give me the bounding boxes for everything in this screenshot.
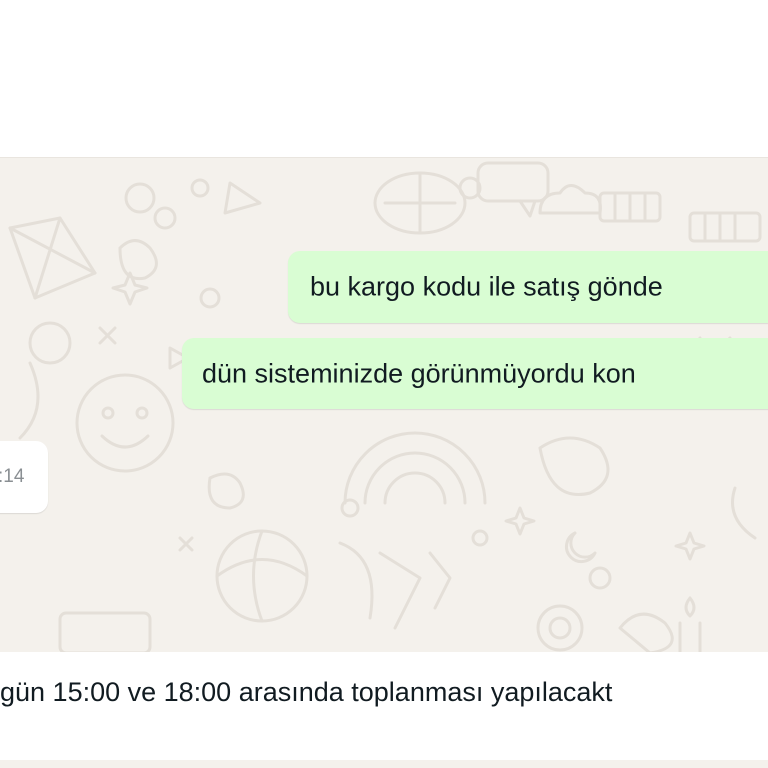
message-text: dün sisteminizde görünmüyordu kon xyxy=(202,358,636,388)
divider xyxy=(0,760,768,768)
message-bubble-outgoing[interactable]: bu kargo kodu ile satış gönde xyxy=(288,251,768,323)
message-bubble-incoming[interactable]: :14 xyxy=(0,441,48,513)
next-message-area: gün 15:00 ve 18:00 arasında toplanması y… xyxy=(0,652,768,768)
message-text: gün 15:00 ve 18:00 arasında toplanması y… xyxy=(0,677,613,707)
message-timestamp: :14 xyxy=(0,466,25,487)
message-bubble-outgoing[interactable]: dün sisteminizde görünmüyordu kon xyxy=(182,338,768,409)
top-bar xyxy=(0,0,768,157)
message-list[interactable]: bu kargo kodu ile satış gönde dün sistem… xyxy=(0,157,768,653)
message-text: bu kargo kodu ile satış gönde xyxy=(310,271,663,302)
chat-window: bu kargo kodu ile satış gönde dün sistem… xyxy=(0,0,768,768)
